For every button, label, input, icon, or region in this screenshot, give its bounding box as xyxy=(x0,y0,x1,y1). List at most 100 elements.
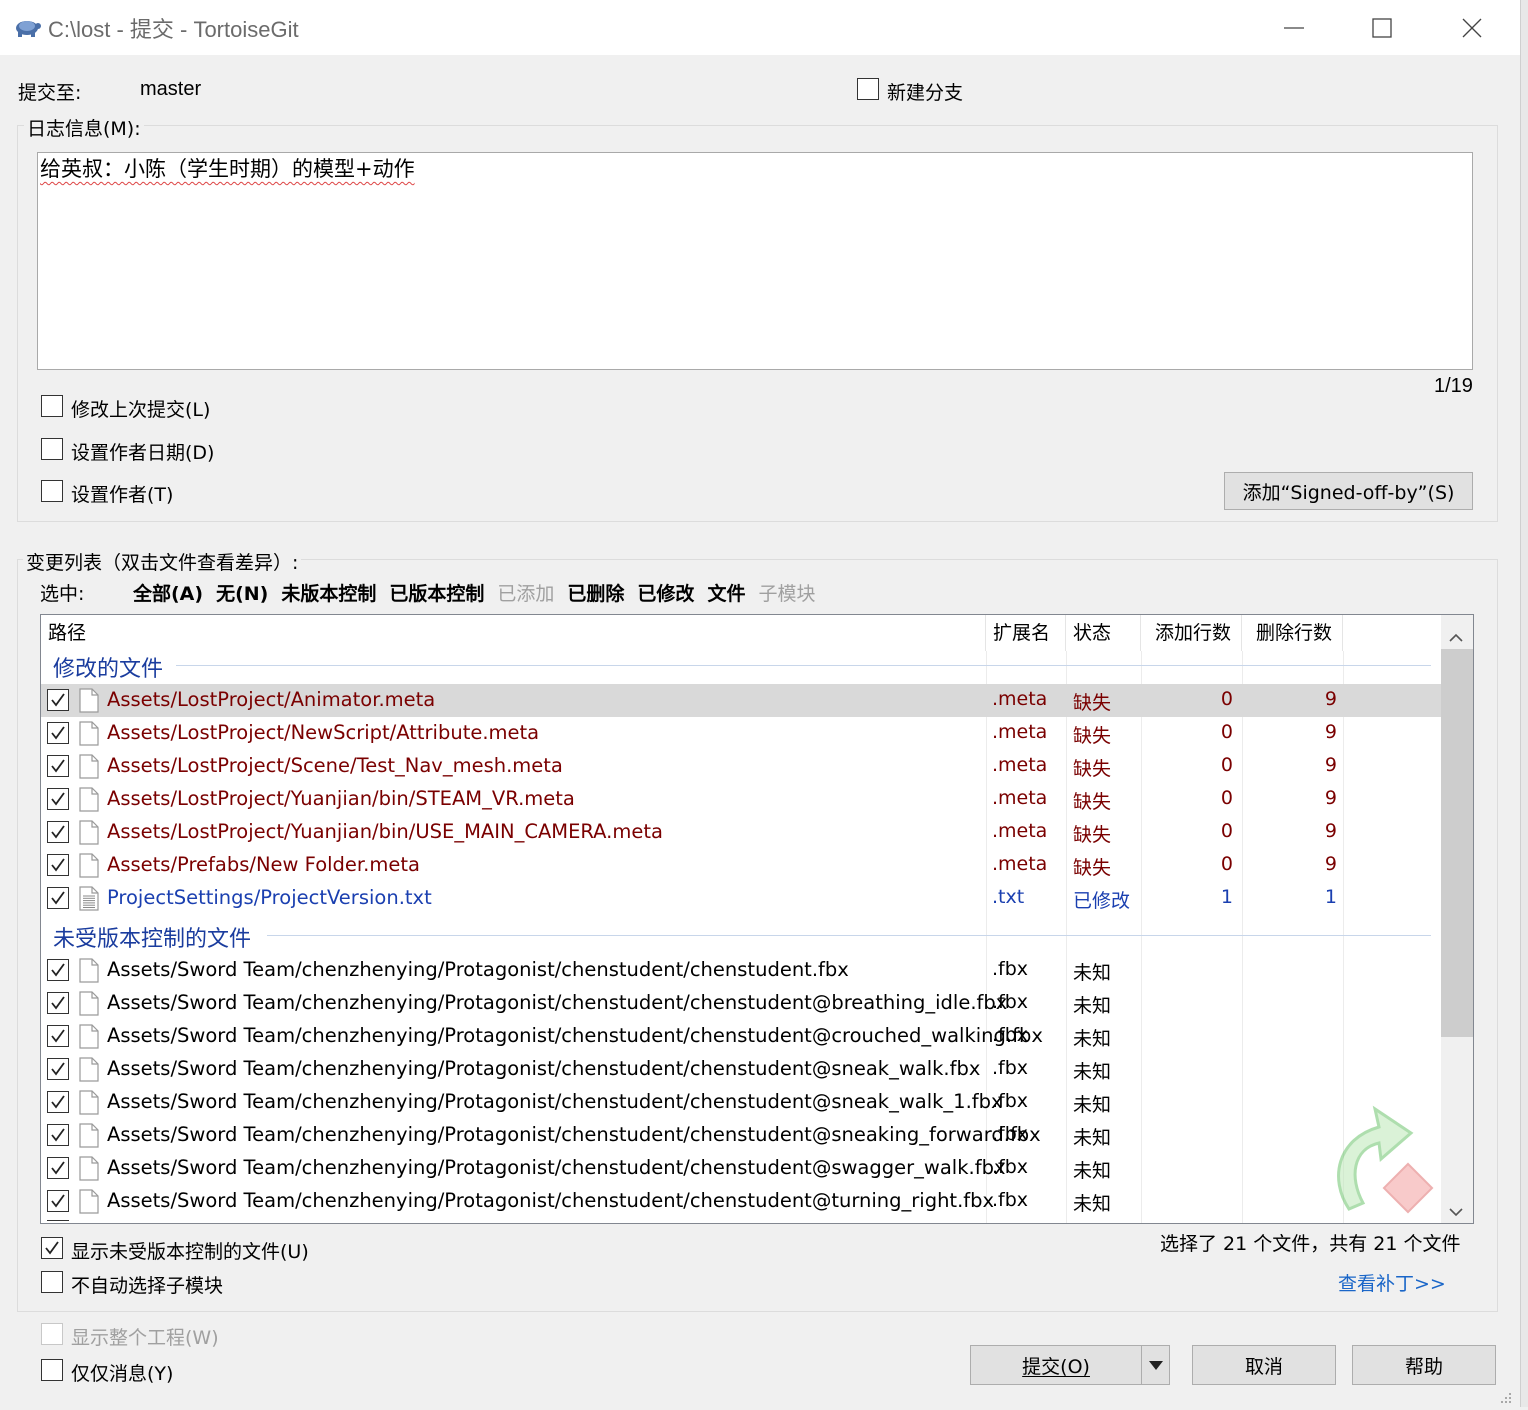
file-ext: .meta xyxy=(992,820,1048,842)
file-ext: .fbx xyxy=(992,1090,1029,1112)
file-row[interactable]: ProjectSettings/ProjectVersion.txt .txt 已修… xyxy=(41,882,1441,915)
file-checkbox[interactable] xyxy=(47,755,69,777)
file-checkbox[interactable] xyxy=(47,1091,69,1113)
file-ext: .meta xyxy=(992,688,1048,710)
close-button[interactable] xyxy=(1428,0,1516,55)
select-filter-link[interactable]: 文件 xyxy=(707,579,745,606)
minimize-button[interactable] xyxy=(1250,0,1338,55)
file-row[interactable]: Assets/Sword Team/chenzhenying/Protagoni… xyxy=(41,1053,1441,1086)
view-patch-link[interactable]: 查看补丁>> xyxy=(1338,1269,1446,1296)
column-header-deleted[interactable]: 删除行数 xyxy=(1242,615,1343,651)
file-row[interactable]: Assets/Sword Team/chenzhenying/Protagoni… xyxy=(41,1020,1441,1053)
check-icon xyxy=(51,759,65,773)
column-header-added[interactable]: 添加行数 xyxy=(1141,615,1242,651)
file-row[interactable]: Assets/Prefabs/New Folder.meta .meta 缺失 0 9 xyxy=(41,849,1441,882)
lines-added: 0 xyxy=(1220,787,1233,809)
file-status: 未知 xyxy=(1073,962,1112,984)
file-checkbox[interactable] xyxy=(47,1157,69,1179)
file-icon xyxy=(79,1057,99,1082)
file-checkbox[interactable] xyxy=(47,887,69,909)
file-row[interactable]: Assets/LostProject/NewScript/Attribute.m… xyxy=(41,717,1441,750)
file-row[interactable]: Assets/LostProject/Yuanjian/bin/USE_MAIN… xyxy=(41,816,1441,849)
file-status: 缺失 xyxy=(1073,791,1112,813)
select-filter-link[interactable]: 已删除 xyxy=(567,579,624,606)
lines-deleted: 9 xyxy=(1324,787,1337,809)
file-row[interactable]: Assets/Sword Team/chenzhenying/Protagoni… xyxy=(41,987,1441,1020)
file-list[interactable]: 路径 扩展名 状态 添加行数 删除行数 修改的文件 Assets/LostPro… xyxy=(40,614,1474,1224)
vertical-scrollbar[interactable] xyxy=(1441,615,1473,1223)
file-checkbox[interactable] xyxy=(47,1025,69,1047)
file-ext: .meta xyxy=(992,721,1048,743)
set-date-checkbox[interactable] xyxy=(41,438,63,460)
show-unversioned-label: 显示未受版本控制的文件(U) xyxy=(71,1241,309,1263)
lines-added: 0 xyxy=(1220,721,1233,743)
column-header-status[interactable]: 状态 xyxy=(1066,615,1141,651)
file-path: Assets/Prefabs/New Folder.meta xyxy=(107,853,420,876)
scroll-down-icon[interactable] xyxy=(1449,1201,1463,1223)
no-auto-submodule-checkbox[interactable] xyxy=(41,1271,63,1293)
scroll-thumb[interactable] xyxy=(1441,649,1473,1037)
scroll-up-icon[interactable] xyxy=(1449,625,1463,647)
modified-group-header: 修改的文件 xyxy=(53,657,164,682)
select-filter-link[interactable]: 已版本控制 xyxy=(389,579,484,606)
file-row[interactable]: Assets/Sword Team/chenzhenying/Protagoni… xyxy=(41,954,1441,987)
select-filter-link[interactable]: 全部(A) xyxy=(133,579,203,606)
file-icon xyxy=(79,1090,99,1115)
column-header-path[interactable]: 路径 xyxy=(41,615,986,651)
show-unversioned-checkbox[interactable] xyxy=(41,1237,63,1259)
file-checkbox[interactable] xyxy=(47,689,69,711)
file-icon xyxy=(79,886,99,911)
new-branch-checkbox[interactable] xyxy=(857,78,879,100)
file-checkbox[interactable] xyxy=(47,854,69,876)
file-checkbox[interactable] xyxy=(47,1058,69,1080)
file-checkbox[interactable] xyxy=(47,788,69,810)
lines-added: 0 xyxy=(1220,688,1233,710)
check-icon xyxy=(51,825,65,839)
select-filter-link[interactable]: 未版本控制 xyxy=(281,579,376,606)
file-row[interactable]: Assets/LostProject/Animator.meta .meta 缺失 0… xyxy=(41,684,1441,717)
whole-project-label: 显示整个工程(W) xyxy=(71,1327,219,1349)
file-path: Assets/Sword Team/chenzhenying/Protagoni… xyxy=(107,1024,1043,1047)
check-icon xyxy=(51,726,65,740)
set-author-checkbox[interactable] xyxy=(41,480,63,502)
file-status: 缺失 xyxy=(1073,692,1112,714)
file-row[interactable]: Assets/Sword Team/chenzhenying/Protagoni… xyxy=(41,1185,1441,1218)
file-ext: .fbx xyxy=(992,1057,1029,1079)
file-checkbox[interactable] xyxy=(47,1190,69,1212)
file-status: 未知 xyxy=(1073,1127,1112,1149)
file-checkbox[interactable] xyxy=(47,992,69,1014)
file-checkbox[interactable] xyxy=(47,821,69,843)
log-message-label: 日志信息(M): xyxy=(24,114,144,141)
file-checkbox[interactable] xyxy=(47,959,69,981)
message-only-checkbox[interactable] xyxy=(41,1359,63,1381)
group-divider xyxy=(267,935,1431,936)
commit-split-button: 提交(O) xyxy=(970,1345,1170,1385)
check-icon xyxy=(51,1095,65,1109)
file-row[interactable]: Assets/LostProject/Scene/Test_Nav_mesh.m… xyxy=(41,750,1441,783)
file-row[interactable]: Assets/Sword Team/chenzhenying/Protagoni… xyxy=(41,1152,1441,1185)
file-icon xyxy=(79,958,99,983)
maximize-button[interactable] xyxy=(1338,0,1426,55)
file-row[interactable]: Assets/Sword Team/chenzhenying/Protagoni… xyxy=(41,1119,1441,1152)
file-ext: .fbx xyxy=(992,991,1029,1013)
commit-dropdown-icon[interactable] xyxy=(1142,1360,1169,1370)
select-filter-link[interactable]: 已修改 xyxy=(637,579,694,606)
commit-button[interactable]: 提交(O) xyxy=(971,1352,1141,1379)
cancel-button[interactable]: 取消 xyxy=(1192,1345,1336,1385)
file-checkbox[interactable] xyxy=(47,1124,69,1146)
column-header-ext[interactable]: 扩展名 xyxy=(986,615,1066,651)
file-ext: .txt xyxy=(992,886,1025,908)
file-row[interactable]: Assets/LostProject/Yuanjian/bin/STEAM_VR… xyxy=(41,783,1441,816)
whole-project-checkbox[interactable] xyxy=(41,1323,63,1345)
help-button[interactable]: 帮助 xyxy=(1352,1345,1496,1385)
file-row[interactable]: Assets/Sword Team/chenzhenying/Protagoni… xyxy=(41,1086,1441,1119)
amend-checkbox[interactable] xyxy=(41,395,63,417)
branch-name: master xyxy=(140,78,202,100)
select-filter-link[interactable]: 无(N) xyxy=(216,579,268,606)
log-message-input[interactable]: 给英叔：小陈（学生时期）的模型+动作 xyxy=(37,152,1473,370)
check-icon xyxy=(51,963,65,977)
window-title: C:\lost - 提交 - TortoiseGit xyxy=(48,17,299,42)
signed-off-by-button[interactable]: 添加“Signed-off-by”(S) xyxy=(1224,472,1473,510)
file-checkbox[interactable] xyxy=(47,722,69,744)
lines-deleted: 1 xyxy=(1324,886,1337,908)
